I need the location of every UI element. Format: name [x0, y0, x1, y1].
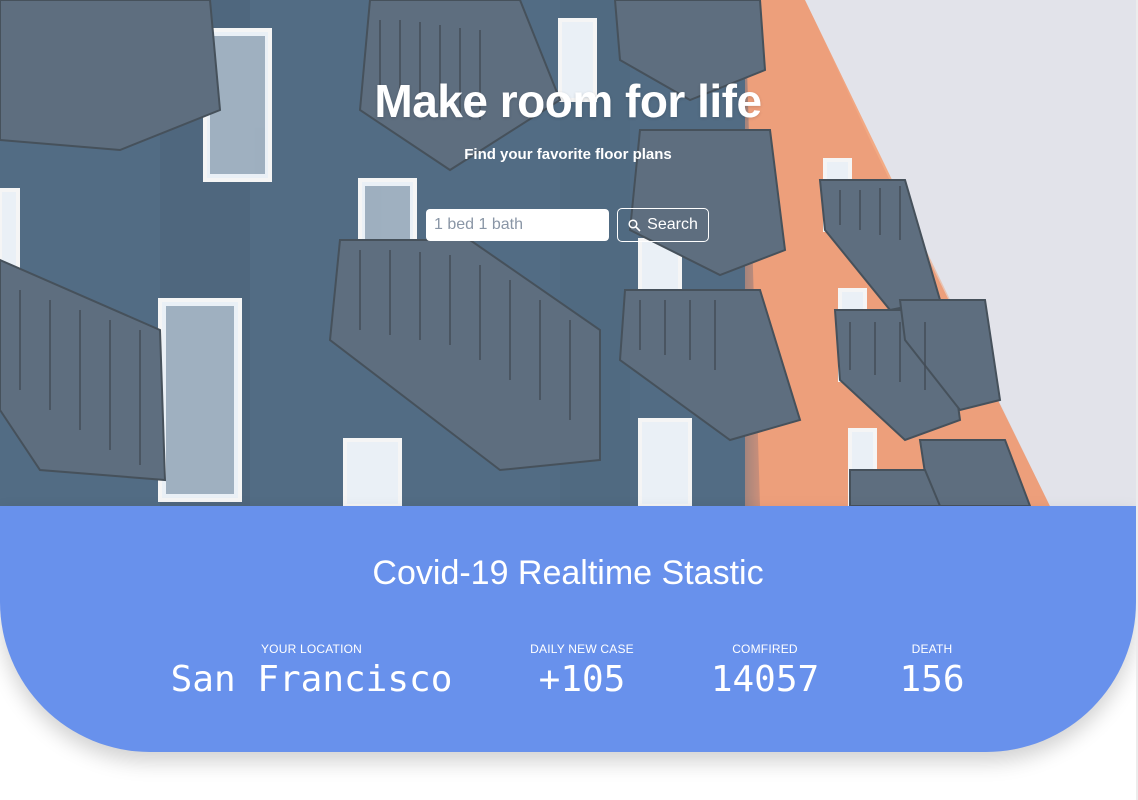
stat-label: Comfired — [732, 642, 798, 656]
stat-daily-new-case: Daily New Case +105 — [522, 640, 642, 702]
stat-confirmed: Comfired 14057 — [695, 640, 835, 702]
stat-label: Your Location — [260, 642, 363, 656]
covid-stats-title: Covid-19 Realtime Stastic — [372, 554, 764, 592]
hero-section: Make room for life Find your favorite fl… — [0, 0, 1136, 506]
stat-label: Death — [911, 642, 953, 656]
search-input[interactable] — [426, 209, 609, 241]
hero-subtitle: Find your favorite floor plans — [464, 146, 672, 163]
stat-location: Your Location San Francisco — [160, 640, 463, 702]
stat-value: 156 — [899, 659, 965, 700]
stat-value: +105 — [538, 659, 626, 700]
search-icon — [628, 218, 641, 232]
covid-stats-panel: Covid-19 Realtime Stastic Your Location … — [0, 506, 1136, 752]
stat-value: San Francisco — [170, 659, 453, 700]
search-button[interactable]: Search — [617, 208, 709, 242]
hero-title: Make room for life — [374, 75, 762, 127]
search-button-label: Search — [647, 216, 698, 233]
stat-label: Daily New Case — [530, 642, 634, 656]
stat-death: Death 156 — [882, 640, 982, 702]
stat-value: 14057 — [710, 659, 820, 700]
